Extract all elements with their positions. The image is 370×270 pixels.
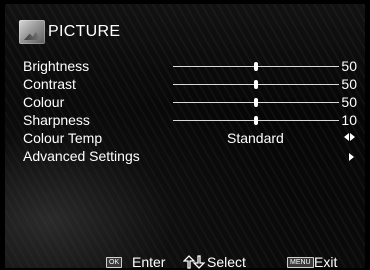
setting-label: Colour Temp	[23, 130, 103, 146]
setting-label: Sharpness	[23, 112, 90, 128]
setting-value: 50	[341, 76, 357, 92]
picture-menu-osd: PICTURE Brightness 50 Contrast 50 Colour…	[5, 4, 365, 270]
colour-temp-value: Standard	[227, 130, 284, 146]
slider-thumb[interactable]	[254, 62, 258, 71]
brightness-slider[interactable]	[173, 62, 339, 71]
setting-label: Brightness	[23, 58, 90, 74]
enter-hint: Enter	[132, 254, 166, 270]
slider-thumb[interactable]	[254, 98, 258, 107]
up-down-arrows-icon	[183, 255, 205, 269]
slider-thumb[interactable]	[254, 80, 258, 89]
chevron-right-icon[interactable]	[349, 153, 354, 161]
setting-sharpness[interactable]: Sharpness 10	[5, 111, 365, 129]
setting-value: 10	[341, 112, 357, 128]
select-hint: Select	[207, 254, 246, 270]
setting-value: 50	[341, 58, 357, 74]
setting-label: Advanced Settings	[23, 148, 140, 164]
setting-value: 50	[341, 94, 357, 110]
exit-hint: Exit	[314, 254, 338, 270]
colour-slider[interactable]	[173, 98, 339, 107]
menu-title: PICTURE	[48, 23, 121, 40]
setting-label: Contrast	[23, 76, 76, 92]
sharpness-slider[interactable]	[173, 116, 339, 125]
setting-colour-temp[interactable]: Colour Temp Standard	[5, 129, 365, 147]
setting-colour[interactable]: Colour 50	[5, 93, 365, 111]
setting-advanced[interactable]: Advanced Settings	[5, 147, 365, 165]
setting-contrast[interactable]: Contrast 50	[5, 75, 365, 93]
slider-thumb[interactable]	[254, 116, 258, 125]
settings-list: Brightness 50 Contrast 50 Colour 50 Shar…	[5, 57, 365, 165]
footer-hints: OK Enter Select MENU Exit	[5, 254, 365, 270]
menu-header: PICTURE	[5, 14, 365, 52]
left-right-arrows-icon[interactable]	[344, 133, 356, 143]
setting-label: Colour	[23, 94, 65, 110]
setting-brightness[interactable]: Brightness 50	[5, 57, 365, 75]
picture-icon	[19, 20, 45, 44]
ok-key-icon: OK	[106, 257, 123, 268]
menu-key-icon: MENU	[287, 257, 314, 268]
contrast-slider[interactable]	[173, 80, 339, 89]
